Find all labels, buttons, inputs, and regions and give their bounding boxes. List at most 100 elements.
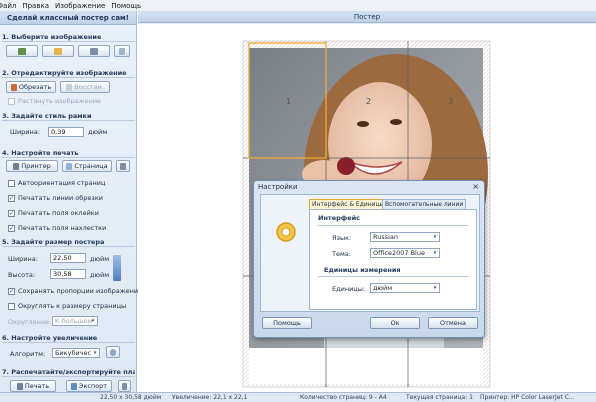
export-icon xyxy=(70,382,77,390)
settings-icon xyxy=(120,162,126,170)
poster-height-field[interactable]: 30,58 xyxy=(50,269,86,279)
auto-orientation-label: Автоориентация страниц xyxy=(18,179,106,187)
frame-width-unit: дюйм xyxy=(88,128,108,136)
poster-width-field[interactable]: 22,50 xyxy=(50,253,86,263)
algorithm-dropdown[interactable]: Бикубичес ▾ xyxy=(52,348,100,358)
image-icon xyxy=(18,47,26,55)
units-dropdown[interactable]: дюйм ▾ xyxy=(370,283,440,293)
printer-icon xyxy=(13,162,20,170)
units-value: дюйм xyxy=(373,284,393,292)
theme-dropdown[interactable]: Office2007 Blue ▾ xyxy=(370,248,440,258)
auto-orientation-checkbox[interactable]: Автоориентация страниц xyxy=(8,179,105,187)
open-image-button[interactable] xyxy=(6,45,38,57)
rounding-dropdown[interactable]: К большем ▾ xyxy=(52,316,98,326)
checkbox-box xyxy=(8,179,15,187)
chevron-down-icon: ▾ xyxy=(91,318,95,324)
stretch-label: Растянуть изображение xyxy=(18,97,102,105)
units-group-title: Единицы измерения xyxy=(324,266,401,274)
scan-button[interactable] xyxy=(78,45,110,57)
chevron-down-icon: ▾ xyxy=(433,234,437,240)
section-print-setup: 4. Настройте печать xyxy=(2,148,135,158)
checkmark-icon: ✓ xyxy=(8,224,15,232)
print-glue-margins-checkbox[interactable]: ✓ Печатать поля оклейки xyxy=(8,209,99,217)
page-number-2: 2 xyxy=(366,97,371,106)
round-to-page-label: Округлять к размеру страницы xyxy=(18,302,127,310)
menu-help[interactable]: Помощь xyxy=(111,2,141,10)
divider xyxy=(318,225,468,226)
section-print-export: 7. Распечатайте/экспортируйте плак xyxy=(2,368,135,377)
open-folder-button[interactable] xyxy=(42,45,74,57)
link-proportions-icon[interactable] xyxy=(113,255,121,281)
language-label: Язык: xyxy=(332,234,352,242)
chevron-down-icon: ▾ xyxy=(93,350,97,356)
menu-edit[interactable]: Правка xyxy=(22,2,49,10)
language-dropdown[interactable]: Russian ▾ xyxy=(370,232,440,242)
ok-button[interactable]: Ок xyxy=(370,317,420,329)
checkmark-icon: ✓ xyxy=(8,194,15,202)
round-to-page-checkbox[interactable]: Округлять к размеру страницы xyxy=(8,302,126,310)
preview-button[interactable] xyxy=(106,346,120,358)
poster-pane-title: Постер xyxy=(138,11,596,23)
section-enlargement: 6. Настройте увеличение xyxy=(2,333,135,343)
status-pages: Количество страниц: 9 - A4 xyxy=(300,394,387,401)
frame-width-field[interactable]: 0,39 xyxy=(48,127,84,137)
frame-width-label: Ширина: xyxy=(10,128,40,136)
restore-button[interactable]: Восстан. xyxy=(60,81,110,93)
page-number-1: 1 xyxy=(286,97,291,106)
crop-label: Обрезать xyxy=(18,83,52,91)
tab-guide-lines[interactable]: Вспомогательные линии xyxy=(382,199,467,209)
print-overlap-margins-label: Печатать поля нахлестки xyxy=(18,224,107,232)
language-value: Russian xyxy=(373,233,399,241)
wizard-sidebar: Сделай классный постер сам! 1. Выберите … xyxy=(0,11,142,402)
scanner-icon xyxy=(90,47,98,55)
section-edit-image: 2. Отредактируйте изображение xyxy=(2,68,135,78)
rounding-value: К большем xyxy=(55,317,93,325)
status-size: 22,50 х 30,58 дюйм xyxy=(100,394,162,401)
close-icon[interactable]: × xyxy=(472,182,479,191)
checkmark-icon: ✓ xyxy=(8,287,15,295)
magnifier-icon xyxy=(110,348,116,356)
theme-label: Тема: xyxy=(332,250,352,258)
menu-file[interactable]: Файл xyxy=(0,2,16,10)
printer-icon xyxy=(16,382,23,390)
units-label: Единицы: xyxy=(332,285,366,293)
print-button[interactable]: Печать xyxy=(10,380,56,392)
page-label: Страница xyxy=(74,162,108,170)
section-poster-size: 5. Задайте размер постера xyxy=(2,237,135,247)
interface-group-title: Интерфейс xyxy=(318,214,361,222)
paste-button[interactable] xyxy=(114,45,130,57)
tab-panel: Интерфейс Язык: Russian ▾ Тема: Office200… xyxy=(309,209,477,310)
chevron-down-icon: ▾ xyxy=(433,285,437,291)
restore-icon xyxy=(66,83,73,91)
printer-button[interactable]: Принтер xyxy=(6,160,58,172)
algorithm-value: Бикубичес xyxy=(55,349,92,357)
section-select-image: 1. Выберите изображение xyxy=(2,32,135,42)
tab-interface-units[interactable]: Интерфейс & Единицы xyxy=(309,199,388,209)
export-button[interactable]: Экспорт xyxy=(66,380,112,392)
cancel-button[interactable]: Отмена xyxy=(428,317,478,329)
crop-button[interactable]: Обрезать xyxy=(6,81,56,93)
keep-proportions-checkbox[interactable]: ✓ Сохранять пропорции изображения xyxy=(8,287,142,295)
chevron-down-icon: ▾ xyxy=(433,250,437,256)
print-options-button[interactable] xyxy=(116,160,130,172)
stretch-image-checkbox[interactable]: Растянуть изображение xyxy=(8,97,101,105)
menu-image[interactable]: Изображение xyxy=(55,2,105,10)
menu-bar: Файл Правка Изображение Помощь xyxy=(0,0,596,11)
sidebar-title: Сделай классный постер сам! xyxy=(0,11,136,25)
print-glue-margins-label: Печатать поля оклейки xyxy=(18,209,99,217)
help-button[interactable]: Помощь xyxy=(262,317,312,329)
checkmark-icon: ✓ xyxy=(8,209,15,217)
poster-height-unit: дюйм xyxy=(90,271,110,279)
poster-width-label: Ширина: xyxy=(8,255,38,263)
dialog-title: Настройки xyxy=(258,183,298,191)
printer-label: Принтер xyxy=(21,162,51,170)
print-overlap-margins-checkbox[interactable]: ✓ Печатать поля нахлестки xyxy=(8,224,106,232)
export-settings-button[interactable] xyxy=(118,380,131,392)
print-cut-lines-checkbox[interactable]: ✓ Печатать линии обрезки xyxy=(8,194,103,202)
settings-dialog: Настройки × Интерфейс & Единицы Вспомога… xyxy=(253,180,485,338)
page-setup-button[interactable]: Страница xyxy=(62,160,112,172)
export-label: Экспорт xyxy=(78,382,108,390)
copy-icon xyxy=(119,47,125,55)
gear-icon xyxy=(276,222,296,242)
status-bar: 22,50 х 30,58 дюйм Увеличение: 22,1 х 22… xyxy=(0,392,596,402)
